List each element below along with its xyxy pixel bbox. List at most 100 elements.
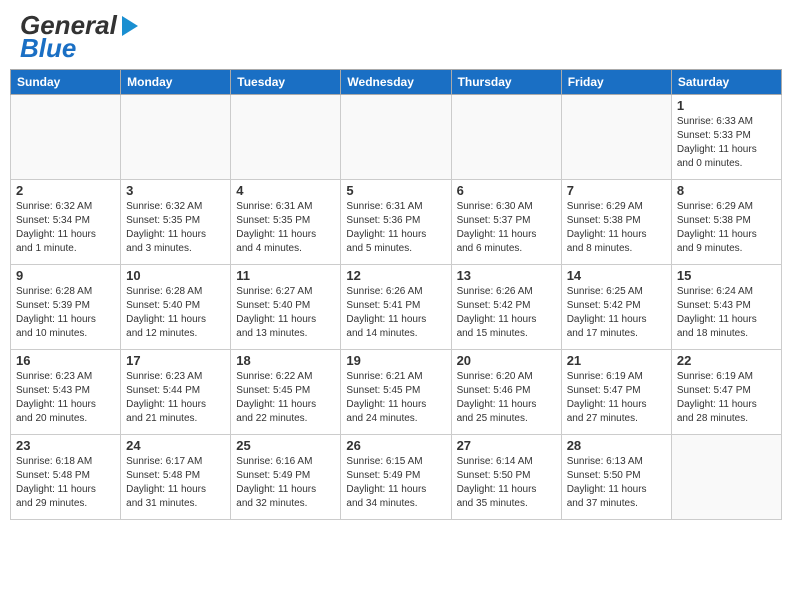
calendar-day-4: 4 Sunrise: 6:31 AM Sunset: 5:35 PM Daylig…: [231, 180, 341, 265]
day-info: Sunrise: 6:33 AM Sunset: 5:33 PM Dayligh…: [677, 115, 776, 171]
day-number: 1: [677, 98, 776, 113]
day-info: Sunrise: 6:14 AM Sunset: 5:50 PM Dayligh…: [457, 455, 556, 511]
day-info: Sunrise: 6:32 AM Sunset: 5:35 PM Dayligh…: [126, 200, 225, 256]
day-info: Sunrise: 6:28 AM Sunset: 5:39 PM Dayligh…: [16, 285, 115, 341]
calendar-week-row: 9 Sunrise: 6:28 AM Sunset: 5:39 PM Daylig…: [11, 265, 782, 350]
day-number: 22: [677, 353, 776, 368]
day-info: Sunrise: 6:26 AM Sunset: 5:41 PM Dayligh…: [346, 285, 445, 341]
day-number: 14: [567, 268, 666, 283]
calendar-day-22: 22 Sunrise: 6:19 AM Sunset: 5:47 PM Dayli…: [671, 350, 781, 435]
day-info: Sunrise: 6:15 AM Sunset: 5:49 PM Dayligh…: [346, 455, 445, 511]
day-info: Sunrise: 6:29 AM Sunset: 5:38 PM Dayligh…: [677, 200, 776, 256]
day-number: 20: [457, 353, 556, 368]
day-number: 6: [457, 183, 556, 198]
calendar-day-8: 8 Sunrise: 6:29 AM Sunset: 5:38 PM Daylig…: [671, 180, 781, 265]
calendar-day-11: 11 Sunrise: 6:27 AM Sunset: 5:40 PM Dayli…: [231, 265, 341, 350]
calendar-day-17: 17Sunrise: 6:23 AM Sunset: 5:44 PM Dayli…: [121, 350, 231, 435]
logo: General Blue: [20, 10, 138, 64]
day-number: 15: [677, 268, 776, 283]
calendar-week-row: 2Sunrise: 6:32 AM Sunset: 5:34 PM Daylig…: [11, 180, 782, 265]
day-info: Sunrise: 6:20 AM Sunset: 5:46 PM Dayligh…: [457, 370, 556, 426]
day-number: 11: [236, 268, 335, 283]
calendar-day-6: 6 Sunrise: 6:30 AM Sunset: 5:37 PM Daylig…: [451, 180, 561, 265]
day-info: Sunrise: 6:19 AM Sunset: 5:47 PM Dayligh…: [567, 370, 666, 426]
calendar-header-tuesday: Tuesday: [231, 70, 341, 95]
day-info: Sunrise: 6:25 AM Sunset: 5:42 PM Dayligh…: [567, 285, 666, 341]
day-number: 13: [457, 268, 556, 283]
day-number: 21: [567, 353, 666, 368]
calendar-empty-cell: [231, 95, 341, 180]
calendar-empty-cell: [561, 95, 671, 180]
calendar-day-5: 5 Sunrise: 6:31 AM Sunset: 5:36 PM Daylig…: [341, 180, 451, 265]
calendar-day-12: 12 Sunrise: 6:26 AM Sunset: 5:41 PM Dayli…: [341, 265, 451, 350]
calendar-day-2: 2Sunrise: 6:32 AM Sunset: 5:34 PM Daylig…: [11, 180, 121, 265]
calendar-day-21: 21 Sunrise: 6:19 AM Sunset: 5:47 PM Dayli…: [561, 350, 671, 435]
calendar-empty-cell: [451, 95, 561, 180]
day-number: 25: [236, 438, 335, 453]
day-number: 5: [346, 183, 445, 198]
day-number: 28: [567, 438, 666, 453]
day-info: Sunrise: 6:23 AM Sunset: 5:43 PM Dayligh…: [16, 370, 115, 426]
logo-arrow-icon: [122, 16, 138, 36]
day-info: Sunrise: 6:22 AM Sunset: 5:45 PM Dayligh…: [236, 370, 335, 426]
day-info: Sunrise: 6:29 AM Sunset: 5:38 PM Dayligh…: [567, 200, 666, 256]
calendar-header-row: SundayMondayTuesdayWednesdayThursdayFrid…: [11, 70, 782, 95]
calendar-day-28: 28 Sunrise: 6:13 AM Sunset: 5:50 PM Dayli…: [561, 435, 671, 520]
calendar-week-row: 1 Sunrise: 6:33 AM Sunset: 5:33 PM Daylig…: [11, 95, 782, 180]
day-number: 9: [16, 268, 115, 283]
calendar-header-wednesday: Wednesday: [341, 70, 451, 95]
day-info: Sunrise: 6:17 AM Sunset: 5:48 PM Dayligh…: [126, 455, 225, 511]
day-info: Sunrise: 6:21 AM Sunset: 5:45 PM Dayligh…: [346, 370, 445, 426]
day-info: Sunrise: 6:16 AM Sunset: 5:49 PM Dayligh…: [236, 455, 335, 511]
day-info: Sunrise: 6:23 AM Sunset: 5:44 PM Dayligh…: [126, 370, 225, 426]
day-number: 7: [567, 183, 666, 198]
calendar-day-13: 13 Sunrise: 6:26 AM Sunset: 5:42 PM Dayli…: [451, 265, 561, 350]
calendar-day-7: 7 Sunrise: 6:29 AM Sunset: 5:38 PM Daylig…: [561, 180, 671, 265]
calendar-empty-cell: [341, 95, 451, 180]
day-number: 10: [126, 268, 225, 283]
calendar-empty-cell: [671, 435, 781, 520]
calendar-header-monday: Monday: [121, 70, 231, 95]
day-info: Sunrise: 6:28 AM Sunset: 5:40 PM Dayligh…: [126, 285, 225, 341]
day-number: 24: [126, 438, 225, 453]
day-info: Sunrise: 6:31 AM Sunset: 5:35 PM Dayligh…: [236, 200, 335, 256]
calendar-header-sunday: Sunday: [11, 70, 121, 95]
calendar-empty-cell: [121, 95, 231, 180]
calendar-empty-cell: [11, 95, 121, 180]
day-info: Sunrise: 6:19 AM Sunset: 5:47 PM Dayligh…: [677, 370, 776, 426]
day-info: Sunrise: 6:30 AM Sunset: 5:37 PM Dayligh…: [457, 200, 556, 256]
calendar-day-16: 16 Sunrise: 6:23 AM Sunset: 5:43 PM Dayli…: [11, 350, 121, 435]
day-number: 12: [346, 268, 445, 283]
calendar-day-18: 18 Sunrise: 6:22 AM Sunset: 5:45 PM Dayli…: [231, 350, 341, 435]
calendar-day-25: 25 Sunrise: 6:16 AM Sunset: 5:49 PM Dayli…: [231, 435, 341, 520]
calendar-day-14: 14 Sunrise: 6:25 AM Sunset: 5:42 PM Dayli…: [561, 265, 671, 350]
day-info: Sunrise: 6:31 AM Sunset: 5:36 PM Dayligh…: [346, 200, 445, 256]
day-number: 23: [16, 438, 115, 453]
day-info: Sunrise: 6:13 AM Sunset: 5:50 PM Dayligh…: [567, 455, 666, 511]
day-info: Sunrise: 6:26 AM Sunset: 5:42 PM Dayligh…: [457, 285, 556, 341]
day-number: 16: [16, 353, 115, 368]
calendar-day-23: 23 Sunrise: 6:18 AM Sunset: 5:48 PM Dayli…: [11, 435, 121, 520]
day-number: 26: [346, 438, 445, 453]
day-info: Sunrise: 6:24 AM Sunset: 5:43 PM Dayligh…: [677, 285, 776, 341]
day-number: 2: [16, 183, 115, 198]
calendar-day-19: 19 Sunrise: 6:21 AM Sunset: 5:45 PM Dayli…: [341, 350, 451, 435]
day-number: 18: [236, 353, 335, 368]
calendar-day-26: 26 Sunrise: 6:15 AM Sunset: 5:49 PM Dayli…: [341, 435, 451, 520]
calendar-header-friday: Friday: [561, 70, 671, 95]
day-number: 4: [236, 183, 335, 198]
calendar-day-3: 3Sunrise: 6:32 AM Sunset: 5:35 PM Daylig…: [121, 180, 231, 265]
day-number: 27: [457, 438, 556, 453]
day-number: 19: [346, 353, 445, 368]
calendar-week-row: 23 Sunrise: 6:18 AM Sunset: 5:48 PM Dayli…: [11, 435, 782, 520]
calendar-day-27: 27 Sunrise: 6:14 AM Sunset: 5:50 PM Dayli…: [451, 435, 561, 520]
calendar-day-20: 20 Sunrise: 6:20 AM Sunset: 5:46 PM Dayli…: [451, 350, 561, 435]
page-wrapper: General Blue SundayMondayTuesdayWednesda…: [0, 0, 792, 520]
day-info: Sunrise: 6:27 AM Sunset: 5:40 PM Dayligh…: [236, 285, 335, 341]
calendar-day-1: 1 Sunrise: 6:33 AM Sunset: 5:33 PM Daylig…: [671, 95, 781, 180]
header: General Blue: [0, 0, 792, 69]
day-info: Sunrise: 6:18 AM Sunset: 5:48 PM Dayligh…: [16, 455, 115, 511]
calendar-header-thursday: Thursday: [451, 70, 561, 95]
calendar-day-15: 15 Sunrise: 6:24 AM Sunset: 5:43 PM Dayli…: [671, 265, 781, 350]
day-number: 8: [677, 183, 776, 198]
